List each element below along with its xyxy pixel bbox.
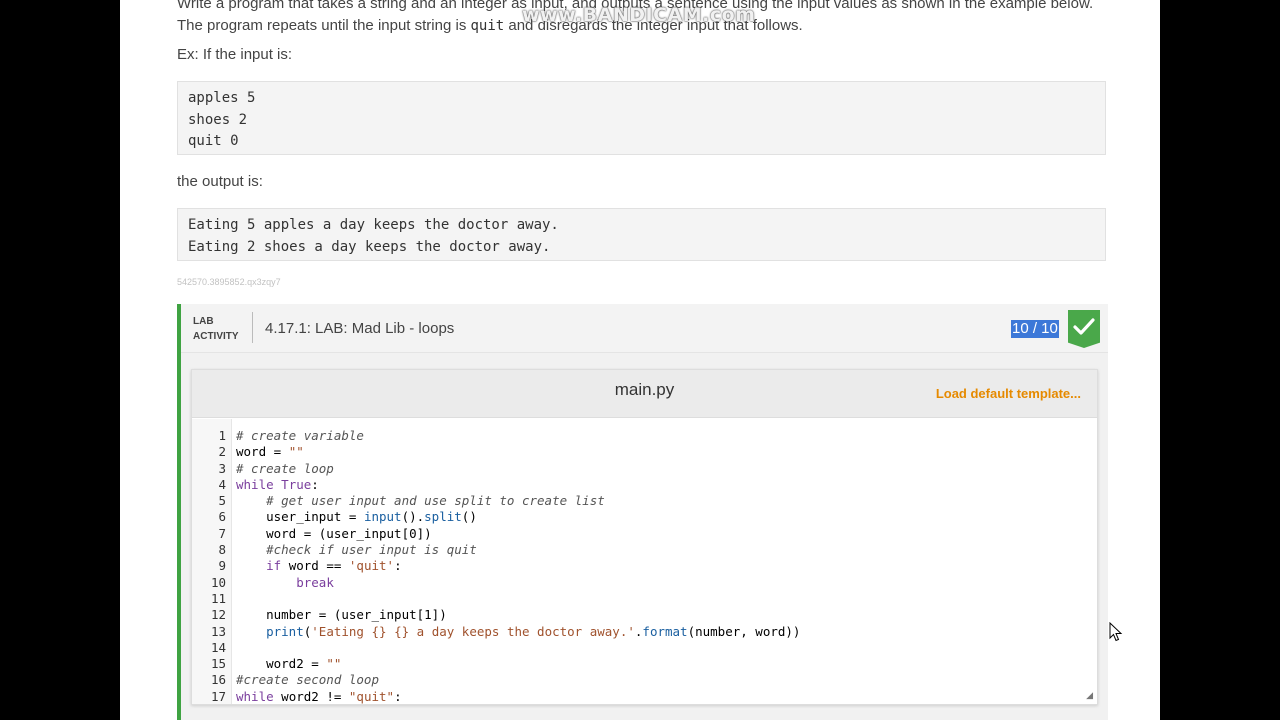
example-output-label: the output is: — [177, 173, 263, 190]
code-line[interactable]: 1 # create variable — [192, 428, 1097, 444]
code-line[interactable]: 10 break — [192, 575, 1097, 591]
resize-handle[interactable]: ◢ — [1086, 690, 1093, 701]
line-number: 17 — [210, 688, 226, 704]
example-input-block: apples 5 shoes 2 quit 0 — [177, 81, 1106, 155]
code-text: word2 = "" — [236, 656, 342, 672]
example-output-line: Eating 2 shoes a day keeps the doctor aw… — [188, 238, 551, 255]
line-number: 3 — [218, 460, 226, 476]
code-id: 542570.3895852.qx3zqy7 — [177, 277, 281, 287]
line-number: 8 — [218, 542, 226, 558]
header-divider — [252, 312, 253, 343]
line-number: 13 — [210, 623, 226, 639]
lab-activity-tag: LAB ACTIVITY — [193, 316, 239, 342]
code-text: if word == 'quit': — [266, 558, 402, 574]
quit-keyword: quit — [470, 18, 505, 34]
line-number: 7 — [218, 525, 226, 541]
code-line[interactable]: 8 #check if user input is quit — [192, 542, 1097, 558]
code-line[interactable]: 3 # create loop — [192, 461, 1097, 477]
example-input-label: Ex: If the input is: — [177, 46, 293, 63]
code-editor[interactable]: 1 # create variable 2 word = "" 3 # create lo… — [192, 428, 1097, 704]
mouse-cursor-icon — [1109, 622, 1123, 642]
code-text: # get user input and use split to create… — [266, 493, 605, 509]
line-number: 10 — [210, 574, 226, 590]
code-line[interactable]: 9 if word == 'quit': — [192, 558, 1097, 574]
code-editor-panel: main.py Load default template... 1 # crea… — [191, 369, 1098, 705]
code-text: word = (user_input[0]) — [236, 525, 432, 541]
line-number: 4 — [218, 476, 226, 492]
code-line[interactable]: 12 number = (user_input[1]) — [192, 607, 1097, 623]
code-text: # create loop — [236, 460, 334, 476]
line-number: 11 — [210, 590, 226, 606]
code-text: print('Eating {} {} a day keeps the doct… — [266, 623, 801, 639]
code-line[interactable]: 16 #create second loop — [192, 672, 1097, 688]
lab-activity: LAB ACTIVITY 4.17.1: LAB: Mad Lib - loop… — [177, 304, 1108, 720]
line-number: 5 — [218, 493, 226, 509]
code-line[interactable]: 11 — [192, 591, 1097, 607]
code-line[interactable]: 13 print('Eating {} {} a day keeps the d… — [192, 624, 1097, 640]
line-number: 2 — [218, 444, 226, 460]
code-line[interactable]: 4 while True: — [192, 477, 1097, 493]
zybooks-page: Write a program that takes a string and … — [120, 0, 1160, 720]
completion-badge — [1068, 310, 1100, 348]
example-output-line: Eating 5 apples a day keeps the doctor a… — [188, 217, 559, 233]
line-number: 6 — [218, 509, 226, 525]
example-input-line: apples 5 — [188, 90, 256, 106]
code-line[interactable]: 5 # get user input and use split to crea… — [192, 493, 1097, 509]
code-line[interactable]: 14 — [192, 640, 1097, 656]
line-number: 15 — [210, 656, 226, 672]
code-text: #check if user input is quit — [266, 542, 477, 558]
code-text: break — [296, 574, 334, 590]
load-default-template-link[interactable]: Load default template... — [936, 386, 1081, 401]
code-text: while word2 != "quit": — [236, 688, 402, 704]
code-text: while True: — [236, 476, 319, 492]
check-icon — [1073, 318, 1095, 335]
example-input-line: quit 0 — [188, 133, 239, 149]
line-number: 1 — [218, 428, 226, 443]
example-input-line: shoes 2 — [188, 111, 248, 128]
code-line[interactable]: 17 while word2 != "quit": — [192, 689, 1097, 704]
lab-header: LAB ACTIVITY 4.17.1: LAB: Mad Lib - loop… — [181, 304, 1108, 353]
code-line[interactable]: 2 word = "" — [192, 444, 1097, 460]
example-output-block: Eating 5 apples a day keeps the doctor a… — [177, 208, 1106, 261]
lab-title: 4.17.1: LAB: Mad Lib - loops — [265, 320, 455, 337]
score-display: 10 / 10 — [1011, 320, 1059, 338]
bandicam-watermark: www.BANDICAM.com — [522, 4, 756, 26]
code-text: user_input = input().split() — [236, 509, 477, 525]
code-text: number = (user_input[1]) — [236, 607, 447, 623]
code-text: #create second loop — [236, 672, 379, 688]
line-number: 9 — [218, 558, 226, 574]
code-text: word = "" — [236, 444, 304, 460]
editor-header: main.py Load default template... — [192, 370, 1097, 418]
code-line[interactable]: 7 word = (user_input[0]) — [192, 526, 1097, 542]
code-line[interactable]: 6 user_input = input().split() — [192, 509, 1097, 525]
code-line[interactable]: 15 word2 = "" — [192, 656, 1097, 672]
line-number: 12 — [210, 607, 226, 623]
line-number: 16 — [210, 672, 226, 688]
code-text: # create variable — [236, 428, 364, 443]
line-number: 14 — [210, 639, 226, 655]
